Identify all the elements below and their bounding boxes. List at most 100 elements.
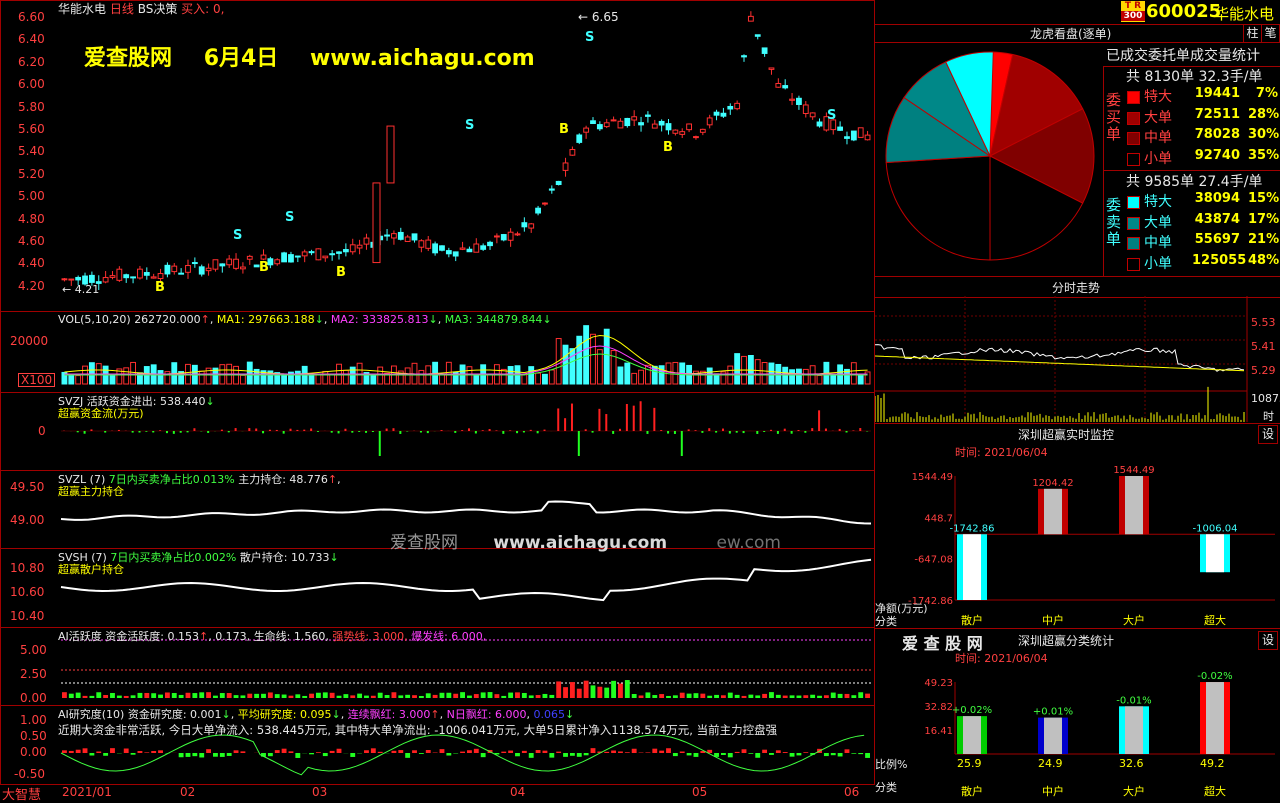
ai-research-title: AI研究度(10) 资金研究度: 0.001	[58, 708, 222, 721]
period-label[interactable]: 日线	[110, 2, 134, 16]
activity-bar	[357, 694, 362, 698]
activity-bar	[206, 692, 211, 698]
tab-bar[interactable]: 柱	[1243, 24, 1262, 43]
classify-ratio: 32.6	[1119, 757, 1144, 770]
fund-flow-bar	[104, 431, 106, 433]
activity-bar	[440, 693, 445, 698]
fund-flow-bar	[626, 404, 628, 431]
candle-body	[728, 106, 733, 109]
signal-s-marker: S	[585, 30, 594, 45]
volume-bar	[549, 370, 554, 384]
activity-bar	[199, 692, 204, 698]
svzl-tick-2: 49.00	[10, 513, 44, 527]
intraday-time-button[interactable]: 时	[1263, 408, 1274, 424]
price-tick: 5.80	[18, 100, 45, 114]
fund-flow-bar	[468, 428, 470, 431]
candle-body	[151, 277, 156, 278]
intraday-title: 分时走势	[1052, 279, 1100, 296]
classify-tick: 16.41	[924, 726, 953, 737]
candle-body	[577, 135, 582, 142]
candle-body	[309, 252, 314, 253]
research-bar	[680, 752, 685, 753]
x-label-jan: 2021/01	[62, 785, 112, 799]
research-bar	[206, 749, 211, 753]
tab-tick[interactable]: 笔	[1261, 24, 1280, 43]
activity-bar	[309, 694, 314, 698]
candle-body	[755, 35, 760, 37]
research-bar	[131, 753, 136, 755]
vol-header: VOL(5,10,20) 262720.000↑, MA1: 297663.18…	[58, 313, 552, 326]
fund-flow-bar	[605, 414, 607, 431]
intraday-vol-tick: 10875	[1251, 392, 1280, 405]
monitor-bar-highlight	[1044, 489, 1062, 534]
activity-bar	[742, 696, 747, 698]
fund-flow-bar	[420, 431, 422, 433]
fund-flow-bar	[187, 431, 189, 432]
classify-category: 散户	[961, 784, 983, 798]
research-bar	[412, 750, 417, 753]
activity-bar	[474, 694, 479, 698]
fund-flow-bar	[77, 431, 79, 432]
candle-body	[543, 203, 548, 204]
activity-bar	[446, 693, 451, 698]
ai-active-tick-2: 2.50	[20, 667, 47, 681]
ai-research-nday: N日飘红: 6.000	[447, 708, 527, 721]
activity-bar	[117, 696, 122, 698]
monitor-tick: -647.08	[914, 555, 953, 566]
candle-body	[227, 259, 232, 265]
order-volume: 43874	[1192, 212, 1240, 227]
activity-bar	[405, 695, 410, 698]
activity-bar	[282, 695, 287, 698]
classify-settings-button[interactable]: 设	[1258, 631, 1278, 650]
volume-bar	[240, 375, 245, 384]
vol-ma2: MA2: 333825.813	[331, 313, 429, 326]
candle-body	[700, 129, 705, 132]
research-bar	[625, 752, 630, 753]
research-bar	[275, 750, 280, 753]
activity-bar	[652, 695, 657, 698]
candle-body	[474, 244, 479, 252]
activity-bar	[96, 692, 101, 698]
fund-flow-bar	[331, 431, 333, 433]
volume-bar	[295, 371, 300, 384]
research-bar	[831, 753, 836, 755]
volume-bar	[570, 349, 575, 384]
order-volume: 78028	[1192, 127, 1240, 142]
monitor-bar-highlight	[963, 534, 981, 600]
research-bar	[570, 753, 575, 756]
research-bar	[83, 748, 88, 753]
volume-bar	[247, 362, 252, 384]
app-brand: 大智慧	[2, 784, 41, 803]
volume-bar	[762, 363, 767, 384]
research-bar	[515, 753, 520, 756]
dragon-title: 龙虎看盘(逐单)	[1030, 25, 1111, 42]
vol-ma3: MA3: 344879.844	[445, 313, 543, 326]
research-bar	[295, 753, 300, 758]
volume-bar	[584, 326, 589, 384]
candle-body	[295, 256, 300, 257]
research-bar	[419, 753, 424, 754]
activity-bar	[694, 693, 699, 698]
classify-bar-highlight	[1125, 706, 1143, 754]
monitor-bar-value: -1006.04	[1193, 523, 1238, 534]
volume-bar	[446, 362, 451, 384]
low-value: 4.21	[75, 283, 100, 296]
fund-flow-bar	[338, 431, 340, 433]
ai-research-note: 近期大资金非常活跃, 今日大单净流入: 538.445万元, 其中特大单净流出:…	[58, 722, 777, 738]
fund-flow-bar	[859, 428, 861, 431]
intraday-chart[interactable]	[875, 296, 1280, 422]
fund-flow-bar	[537, 431, 539, 433]
order-size-label: 大单	[1144, 107, 1172, 127]
buy-count: 买入: 0,	[181, 2, 224, 16]
research-bar	[742, 749, 747, 753]
volume-bar	[378, 367, 383, 384]
fund-flow-bar	[495, 430, 497, 431]
classify-title: 深圳超赢分类统计	[1018, 632, 1114, 649]
monitor-settings-button[interactable]: 设	[1258, 425, 1278, 444]
activity-bar	[83, 696, 88, 698]
candle-body	[76, 277, 81, 279]
classify-bar-chart: 49.2332.8216.41+0.02%25.9散户+0.01%24.9中户-…	[875, 662, 1280, 800]
research-bar	[158, 750, 163, 753]
fund-flow-bar	[646, 431, 648, 434]
research-bar	[96, 752, 101, 753]
